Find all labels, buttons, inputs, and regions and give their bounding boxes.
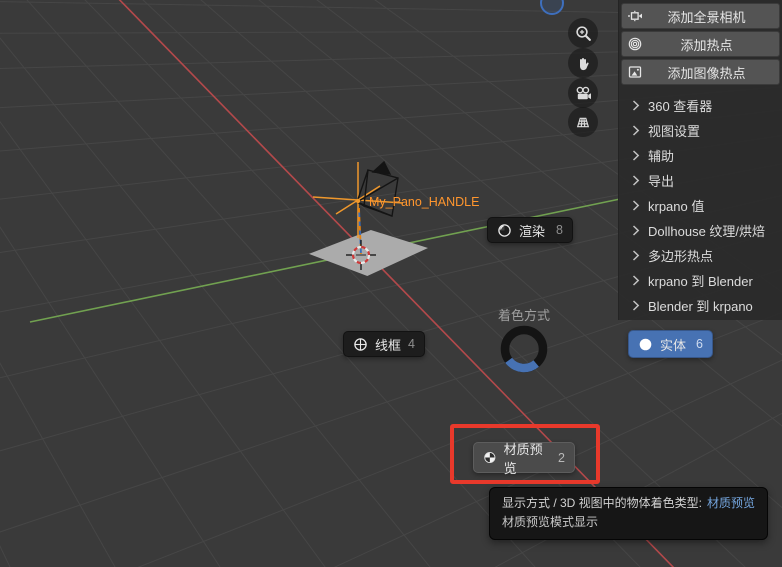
- section-label: Dollhouse 纹理/烘焙: [648, 224, 766, 239]
- button-label: 添加图像热点: [667, 65, 746, 81]
- pano-camera-icon: [622, 8, 648, 24]
- camera-view-icon: [576, 86, 591, 99]
- section-label: krpano 值: [648, 199, 705, 214]
- chevron-right-icon: [632, 125, 640, 136]
- tooltip-line2: 材质预览模式显示: [502, 515, 599, 530]
- pie-item-label: 渲染: [519, 223, 546, 239]
- pie-item-hotkey: 8: [556, 223, 563, 237]
- section-360-viewer[interactable]: 360 查看器: [619, 93, 782, 118]
- pie-item-rendered[interactable]: 渲染 8: [487, 217, 573, 243]
- section-assist[interactable]: 辅助: [619, 143, 782, 168]
- section-dollhouse-bake[interactable]: Dollhouse 纹理/烘焙: [619, 218, 782, 243]
- pie-item-wireframe[interactable]: 线框 4: [343, 331, 425, 357]
- chevron-right-icon: [632, 100, 640, 111]
- object-name-label: My_Pano_HANDLE: [369, 195, 479, 209]
- rendered-sphere-icon: [498, 223, 511, 237]
- sidebar-sections: 360 查看器 视图设置 辅助 导出 krpano 值 Dollhouse 纹理…: [619, 93, 782, 318]
- pie-item-solid-active[interactable]: 实体 6: [628, 330, 713, 358]
- chevron-right-icon: [632, 150, 640, 161]
- chevron-right-icon: [632, 175, 640, 186]
- solid-sphere-icon: [639, 338, 652, 350]
- chevron-right-icon: [632, 275, 640, 286]
- pie-item-hotkey: 6: [696, 337, 703, 351]
- pie-menu-ring: [500, 325, 548, 373]
- add-hotspot-button[interactable]: 添加热点: [621, 31, 780, 57]
- chevron-right-icon: [632, 225, 640, 236]
- section-krpano-values[interactable]: krpano 值: [619, 193, 782, 218]
- chevron-right-icon: [632, 200, 640, 211]
- section-export[interactable]: 导出: [619, 168, 782, 193]
- blender-3d-viewport: My_Pano_HANDLE 着色方式 线框 4 渲染 8 实体 6 材质预览 …: [0, 0, 782, 567]
- annotation-highlight-box: [450, 424, 600, 484]
- zoom-icon: [575, 25, 591, 41]
- add-pano-camera-button[interactable]: 添加全景相机: [621, 3, 780, 29]
- sidebar-panel: 添加全景相机 添加热点 添加图像热点 360 查看器 视图设置 辅助 导出 kr…: [618, 0, 782, 320]
- tooltip-line1: 显示方式 / 3D 视图中的物体着色类型: 材质预览: [502, 496, 756, 510]
- tooltip: 显示方式 / 3D 视图中的物体着色类型: 材质预览 材质预览模式显示: [489, 487, 769, 541]
- section-view-settings[interactable]: 视图设置: [619, 118, 782, 143]
- section-blender-to-krpano[interactable]: Blender 到 krpano: [619, 293, 782, 318]
- button-label: 添加热点: [680, 37, 733, 53]
- add-image-hotspot-button[interactable]: 添加图像热点: [621, 59, 780, 85]
- image-hotspot-icon: [622, 64, 648, 80]
- hotspot-rings-icon: [622, 36, 648, 52]
- camera-view-button[interactable]: [568, 78, 598, 108]
- perspective-grid-icon: [576, 117, 590, 128]
- pie-item-label: 线框: [375, 337, 402, 353]
- pie-item-label: 实体: [660, 337, 687, 353]
- pie-item-hotkey: 4: [408, 337, 415, 351]
- button-label: 添加全景相机: [667, 9, 746, 25]
- chevron-right-icon: [632, 250, 640, 261]
- section-label: Blender 到 krpano: [648, 299, 753, 314]
- 3d-cursor: [346, 240, 376, 270]
- pan-button[interactable]: [568, 48, 598, 78]
- chevron-right-icon: [632, 300, 640, 311]
- empty-origin-dot: [355, 198, 361, 204]
- pan-hand-icon: [580, 58, 589, 71]
- section-krpano-to-blender[interactable]: krpano 到 Blender: [619, 268, 782, 293]
- section-polygon-hotspot[interactable]: 多边形热点: [619, 243, 782, 268]
- section-label: krpano 到 Blender: [648, 274, 753, 289]
- tooltip-value-link: 材质预览: [707, 496, 756, 510]
- section-label: 导出: [648, 174, 675, 189]
- section-label: 辅助: [648, 149, 675, 164]
- section-label: 多边形热点: [648, 249, 714, 264]
- perspective-toggle-button[interactable]: [568, 107, 598, 137]
- wireframe-sphere-icon: [354, 337, 367, 351]
- zoom-button[interactable]: [568, 18, 598, 48]
- section-label: 360 查看器: [648, 99, 713, 114]
- section-label: 视图设置: [648, 124, 701, 139]
